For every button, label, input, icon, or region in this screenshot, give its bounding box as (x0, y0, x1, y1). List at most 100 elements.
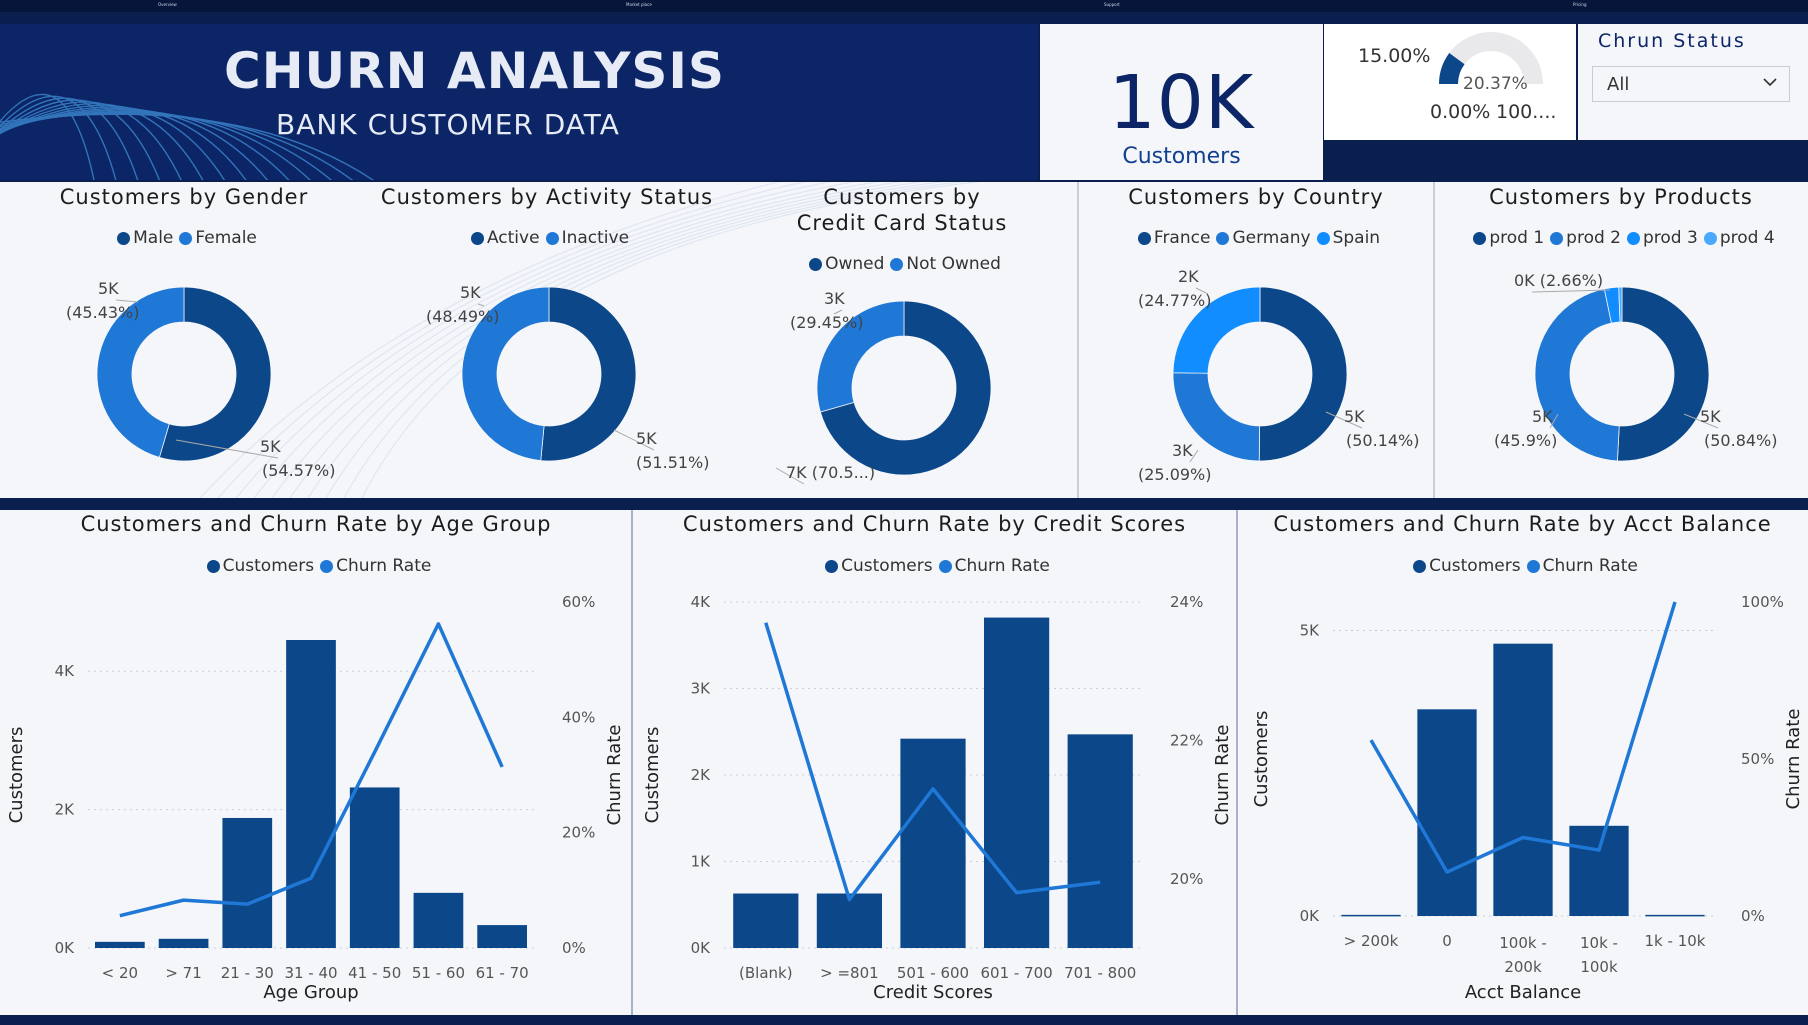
bar-blank (733, 893, 799, 948)
donut-chart-gender: 5K (54.57%) 5K (45.43%) (66, 279, 336, 480)
donut-panel-products: Customers by Products prod 1 prod 2 prod 3p… (1434, 182, 1808, 498)
donut-panel-activity: Customers by Activity Status Active Inacti… (368, 182, 726, 498)
y2-axis-title: Churn Rate (604, 725, 625, 826)
x-tick-label-10k-100k-line1: 10k - (1580, 934, 1618, 952)
y-tick-label: 2K (691, 766, 712, 784)
churn-status-dropdown[interactable]: All (1592, 66, 1790, 102)
y-tick-label: 0K (55, 939, 76, 957)
top-tab-pricing[interactable]: Pricing (1573, 2, 1586, 7)
top-tab-overview[interactable]: Overview (158, 2, 177, 7)
y2-tick-label: 24% (1170, 593, 1203, 611)
donut-label-pct-spain: (24.77%) (1138, 291, 1212, 310)
donut-label-value-not-owned: 3K (824, 289, 845, 308)
donut-label-pct-prod-1: (50.84%) (1704, 431, 1778, 450)
x-tick-label-41-50: 41 - 50 (348, 964, 401, 982)
y2-tick-label: 60% (562, 593, 595, 611)
bar-200k (1341, 914, 1401, 917)
x-tick-label-801: > =801 (820, 964, 879, 982)
churn-status-slicer: Chrun Status All (1578, 24, 1808, 140)
x-tick-label-10k-100k-line2: 100k (1580, 958, 1618, 976)
y-axis-title: Customers (6, 727, 27, 824)
x-tick-label-0: 0 (1442, 932, 1452, 950)
donut-label-pct-active: (51.51%) (636, 453, 710, 472)
donut-label-value-female: 5K (98, 279, 119, 298)
x-tick-label-501-600: 501 - 600 (897, 964, 969, 982)
kpi-card-customers: 10K Customers (1040, 24, 1323, 180)
x-tick-label-1k-10k: 1k - 10k (1645, 932, 1706, 950)
bar-51-60 (413, 892, 464, 948)
donut-slice-france (1258, 286, 1348, 462)
page-title: CHURN ANALYSIS (224, 42, 726, 100)
combo-panel-age: Customers and Churn Rate by Age Group Cus… (0, 510, 632, 1015)
churn-rate-gauge-card: 15.00% 20.37% 0.00% 100.... (1324, 24, 1576, 140)
bar-71 (158, 938, 209, 948)
combo-chart-credit: 0K 1K 2K 3K 4K 20% 22% 24% (Blank) > =801 501 - 60… (642, 593, 1233, 1003)
combo-panel-credit: Customers and Churn Rate by Credit Score… (632, 510, 1237, 1015)
donut-chart-creditcard: 7K (70.5...) 3K (29.45%) (775, 289, 992, 485)
x-axis-title: Age Group (263, 982, 358, 1003)
donut-label-value-active: 5K (636, 429, 657, 448)
gauge-value-label: 20.37% (1463, 74, 1528, 94)
chevron-down-icon (1763, 78, 1777, 87)
y-tick-label: 3K (691, 680, 712, 698)
x-tick-label-blank: (Blank) (739, 964, 793, 982)
donut-chart-country: 5K (50.14%) 3K (25.09%) 2K (24.77%) (1138, 267, 1420, 484)
x-tick-label-61-70: 61 - 70 (476, 964, 529, 982)
combo-chart-age: 0K 2K 4K 0% 20% 40% 60% < 20 > 71 21 - 30 31 - 40 4… (6, 593, 625, 1003)
gauge-max-label: 100.... (1496, 101, 1556, 123)
bar-61-70 (477, 925, 527, 948)
kpi-label: Customers (1122, 144, 1241, 169)
top-tab-support[interactable]: Support (1104, 2, 1120, 7)
bar-31-40 (286, 639, 336, 948)
donut-label-pct-inactive: (48.49%) (426, 307, 500, 326)
x-tick-label-200k: > 200k (1344, 932, 1399, 950)
donut-label-value-prod-1: 5K (1700, 407, 1721, 426)
x-tick-label-100k-200k-line1: 100k - (1499, 934, 1547, 952)
donut-label-value-germany: 3K (1172, 441, 1193, 460)
y2-tick-label: 100% (1741, 593, 1784, 611)
donut-label-value-france: 5K (1344, 407, 1365, 426)
donut-chart-activity: 5K (51.51%) 5K (48.49%) (426, 283, 710, 472)
y2-axis-title: Churn Rate (1212, 725, 1233, 826)
gauge-target-label: 15.00% (1358, 45, 1430, 67)
donut-chart-products: 5K (50.84%) 5K (45.9%) 0K (2.66%) (1494, 271, 1778, 462)
combo-panel-balance: Customers and Churn Rate by Acct Balance… (1237, 510, 1808, 1015)
bar-41-50 (349, 787, 400, 948)
bar-10k-100k (1569, 825, 1629, 916)
bar-801 (816, 893, 883, 948)
donut-leader-line (115, 299, 139, 303)
donut-slice-prod-1 (1616, 286, 1710, 462)
donut-panel-creditcard: Customers by Credit Card Status Owned Not … (726, 182, 1078, 498)
top-tab-market[interactable]: Market place (626, 2, 652, 7)
top-tab-strip: Overview Market place Support Pricing (0, 0, 1808, 12)
y-tick-label: 5K (1300, 622, 1321, 640)
donut-label-pct-female: (45.43%) (66, 303, 140, 322)
donut-label-pct-france: (50.14%) (1346, 431, 1420, 450)
kpi-value: 10K (1108, 60, 1255, 146)
y-axis-title: Customers (642, 727, 663, 824)
y-tick-label: 0K (1300, 907, 1321, 925)
bar-1k-10k (1645, 914, 1705, 917)
bar-501-600 (900, 738, 966, 948)
donut-label-pct-germany: (25.09%) (1138, 465, 1212, 484)
donut-slice-active (540, 286, 637, 462)
donut-label-value-prod-2: 5K (1532, 407, 1553, 426)
gauge-min-label: 0.00% (1430, 101, 1490, 123)
swirl-line (0, 109, 290, 180)
donut-label-pct-prod-2: (45.9%) (1494, 431, 1557, 450)
donut-label-value-owned: 7K (70.5...) (786, 463, 875, 482)
swirl-line (0, 110, 311, 180)
y-tick-label: 0K (691, 939, 712, 957)
donut-panel-gender: Customers by Gender Male Female 5K (54.57%) 5… (0, 182, 368, 498)
y-axis-title: Customers (1251, 711, 1272, 808)
y2-tick-label: 40% (562, 708, 595, 726)
x-tick-label-21-30: 21 - 30 (221, 964, 274, 982)
x-tick-label-100k-200k-line2: 200k (1504, 958, 1542, 976)
donut-label-pct-not-owned: (29.45%) (790, 313, 864, 332)
y2-tick-label: 22% (1170, 731, 1203, 749)
x-tick-label-20: < 20 (102, 964, 138, 982)
bar-100k-200k (1493, 643, 1553, 916)
bar-601-700 (983, 617, 1050, 948)
x-tick-label-701-800: 701 - 800 (1064, 964, 1136, 982)
churn-rate-gauge: 15.00% 20.37% 0.00% 100.... (1358, 32, 1556, 123)
